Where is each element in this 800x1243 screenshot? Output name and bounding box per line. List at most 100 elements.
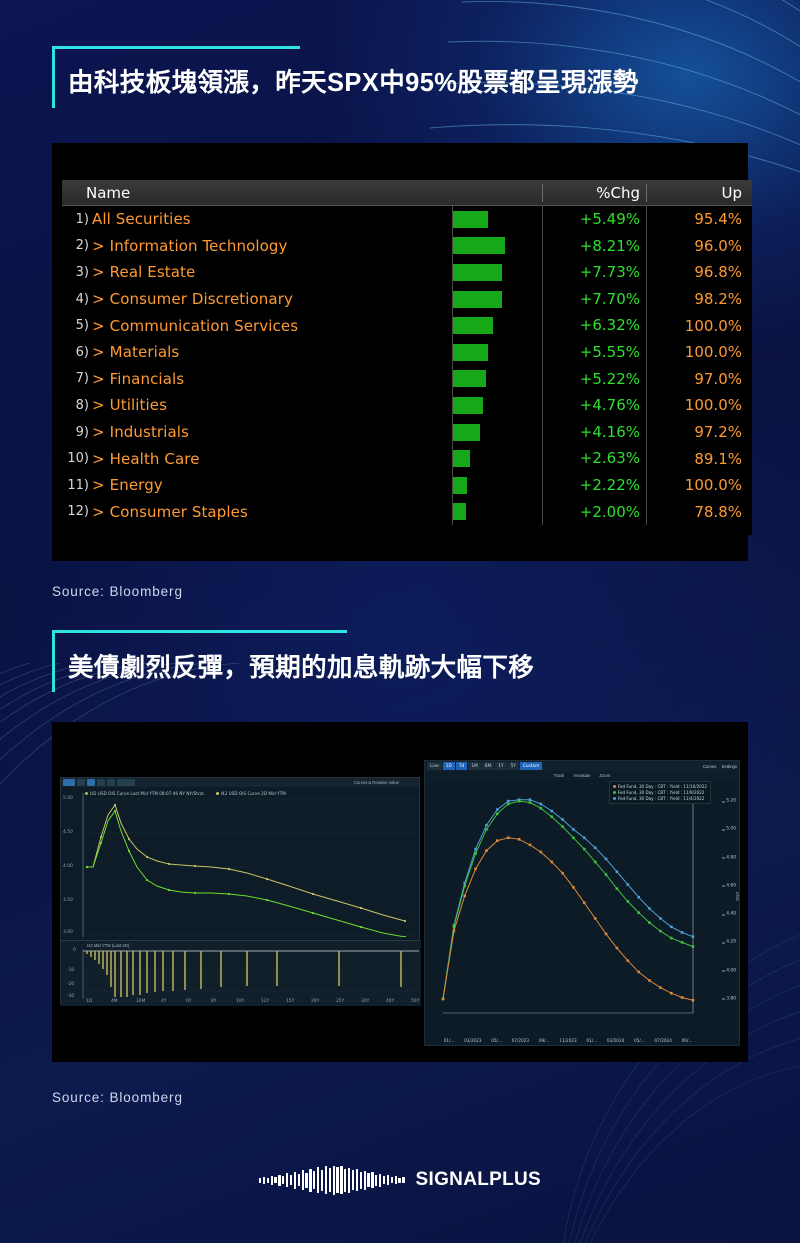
row-pct-change: +2.63% <box>542 445 647 472</box>
left-toolbar-btn-modify[interactable] <box>117 779 135 786</box>
track-tool[interactable]: Track <box>554 773 565 778</box>
expand-caret-icon[interactable]: > <box>92 237 105 255</box>
table-row[interactable]: 11) > Energy +2.22% 100.0% <box>62 471 752 499</box>
waveform-bar <box>363 1170 366 1190</box>
expand-caret-icon[interactable]: > <box>92 370 105 388</box>
settings-button[interactable]: Settings <box>721 764 737 769</box>
waveform-bar <box>317 1167 320 1193</box>
source-note-1: Source: Bloomberg <box>52 584 183 599</box>
waveform-bar <box>398 1177 401 1183</box>
fed-funds-futures-chart[interactable]: Live 1D 7d 1M 6M 1Y 5Y Custom Curves Settings T… <box>424 760 740 1046</box>
waveform-bar <box>297 1174 300 1186</box>
table-row[interactable]: 5) > Communication Services +6.32% 100.0% <box>62 312 752 339</box>
left-sub-ytick-0: 0 <box>73 948 76 953</box>
bloomberg-charts-panel: Curves & Relative Value I42 USD OIS Curv… <box>52 722 748 1062</box>
ois-curve-chart[interactable]: Curves & Relative Value I42 USD OIS Curv… <box>60 777 421 1006</box>
table-body: 1) All Securities +5.49% 95.4% 2) > Informatio… <box>62 206 752 526</box>
expand-caret-icon[interactable]: > <box>92 476 105 494</box>
right-chart-toolbar-right[interactable]: Curves Settings <box>703 764 737 769</box>
row-bar <box>453 237 506 255</box>
waveform-bar <box>328 1168 331 1192</box>
left-sub-ytick-2: -20 <box>67 982 75 987</box>
column-header-name[interactable]: Name <box>62 184 452 202</box>
table-row[interactable]: 12) > Consumer Staples +2.00% 78.8% <box>62 498 752 526</box>
expand-caret-icon[interactable]: > <box>92 290 105 308</box>
expand-caret-icon[interactable]: > <box>92 396 105 414</box>
expand-caret-icon[interactable]: > <box>92 263 105 281</box>
row-sector-name[interactable]: > Consumer Staples <box>92 503 452 521</box>
row-sector-name[interactable]: > Financials <box>92 370 452 388</box>
range-button-custom[interactable]: Custom <box>519 762 543 770</box>
range-button-1m[interactable]: 1M <box>468 762 481 770</box>
right-chart-subbar[interactable]: Track Annotate Zoom <box>425 771 739 780</box>
right-ytick-1: 5.00 <box>722 826 736 832</box>
left-xtick-7: 12Y <box>261 999 270 1004</box>
right-xtick-5: 11/2023 <box>559 1038 577 1043</box>
waveform-bar <box>332 1165 335 1195</box>
left-xtick-2: 10M <box>136 999 146 1004</box>
waveform-bar <box>375 1174 378 1186</box>
annotate-tool[interactable]: Annotate <box>573 773 590 778</box>
table-row[interactable]: 2) > Information Technology +8.21% 96.0% <box>62 232 752 260</box>
row-index: 6) <box>75 344 89 360</box>
row-sector-name[interactable]: > Real Estate <box>92 263 452 281</box>
expand-caret-icon[interactable]: > <box>92 503 105 521</box>
range-button-7d[interactable]: 7d <box>455 762 468 770</box>
table-row[interactable]: 4) > Consumer Discretionary +7.70% 98.2% <box>62 285 752 313</box>
bloomberg-securities-table[interactable]: Name %Chg Up 1) All Securities +5.49% 95.4%… <box>62 180 752 535</box>
range-button-live[interactable]: Live <box>427 762 442 770</box>
waveform-bar <box>270 1175 273 1185</box>
range-button-6m[interactable]: 6M <box>481 762 495 770</box>
left-toolbar-btn-1d[interactable] <box>77 779 85 786</box>
row-sector-name[interactable]: > Materials <box>92 343 452 361</box>
row-sector-name[interactable]: > Health Care <box>92 450 452 468</box>
column-header-up[interactable]: Up <box>647 184 752 202</box>
waveform-bar <box>355 1169 359 1191</box>
table-row[interactable]: 9) > Industrials +4.16% 97.2% <box>62 418 752 446</box>
row-pct-change: +7.70% <box>542 285 647 313</box>
row-bar-cell <box>452 338 542 366</box>
range-button-1d[interactable]: 1D <box>442 762 455 770</box>
row-bar <box>453 423 480 441</box>
right-chart-toolbar[interactable]: Live 1D 7d 1M 6M 1Y 5Y Custom Curves Settings <box>425 761 739 771</box>
row-sector-name[interactable]: All Securities <box>92 210 452 228</box>
expand-caret-icon[interactable]: > <box>92 343 105 361</box>
row-sector-name[interactable]: > Consumer Discretionary <box>92 290 452 308</box>
row-index: 9) <box>75 424 89 440</box>
row-pct-change: +7.73% <box>542 259 647 286</box>
row-sector-name[interactable]: > Energy <box>92 476 452 494</box>
row-sector-name[interactable]: > Industrials <box>92 423 452 441</box>
table-row[interactable]: 1) All Securities +5.49% 95.4% <box>62 206 752 233</box>
left-toolbar-btn-3d[interactable] <box>87 779 95 786</box>
table-row[interactable]: 3) > Real Estate +7.73% 96.8% <box>62 259 752 286</box>
left-toolbar-btn-edit[interactable] <box>63 779 75 786</box>
row-pct-change: +4.76% <box>542 392 647 419</box>
curves-button[interactable]: Curves <box>703 764 717 769</box>
row-index: 3) <box>75 264 89 280</box>
footer-brand: SIGNALPLUS <box>0 1165 800 1195</box>
expand-caret-icon[interactable]: > <box>92 450 105 468</box>
expand-caret-icon[interactable]: > <box>92 423 105 441</box>
waveform-bar <box>340 1166 343 1194</box>
zoom-tool[interactable]: Zoom <box>599 773 610 778</box>
range-button-1y[interactable]: 1Y <box>495 762 507 770</box>
left-toolbar-btn-1w[interactable] <box>97 779 105 786</box>
right-chart-axis-unit: USD <box>734 891 740 901</box>
waveform-bar <box>324 1166 328 1194</box>
row-sector-name[interactable]: > Communication Services <box>92 317 452 335</box>
range-button-5y[interactable]: 5Y <box>507 762 519 770</box>
left-toolbar-btn-1m[interactable] <box>107 779 115 786</box>
waveform-bar <box>313 1171 316 1189</box>
table-row[interactable]: 7) > Financials +5.22% 97.0% <box>62 365 752 393</box>
right-ytick-5: 4.20 <box>722 939 736 945</box>
table-row[interactable]: 8) > Utilities +4.76% 100.0% <box>62 392 752 419</box>
row-pct-change: +5.49% <box>542 206 647 233</box>
column-header-pct-change[interactable]: %Chg <box>542 183 647 202</box>
row-sector-name[interactable]: > Information Technology <box>92 237 452 255</box>
table-row[interactable]: 6) > Materials +5.55% 100.0% <box>62 338 752 366</box>
row-bar-cell <box>452 471 542 499</box>
row-pct-change: +5.55% <box>542 338 647 366</box>
table-row[interactable]: 10) > Health Care +2.63% 89.1% <box>62 445 752 472</box>
row-sector-name[interactable]: > Utilities <box>92 396 452 414</box>
expand-caret-icon[interactable]: > <box>92 317 105 335</box>
